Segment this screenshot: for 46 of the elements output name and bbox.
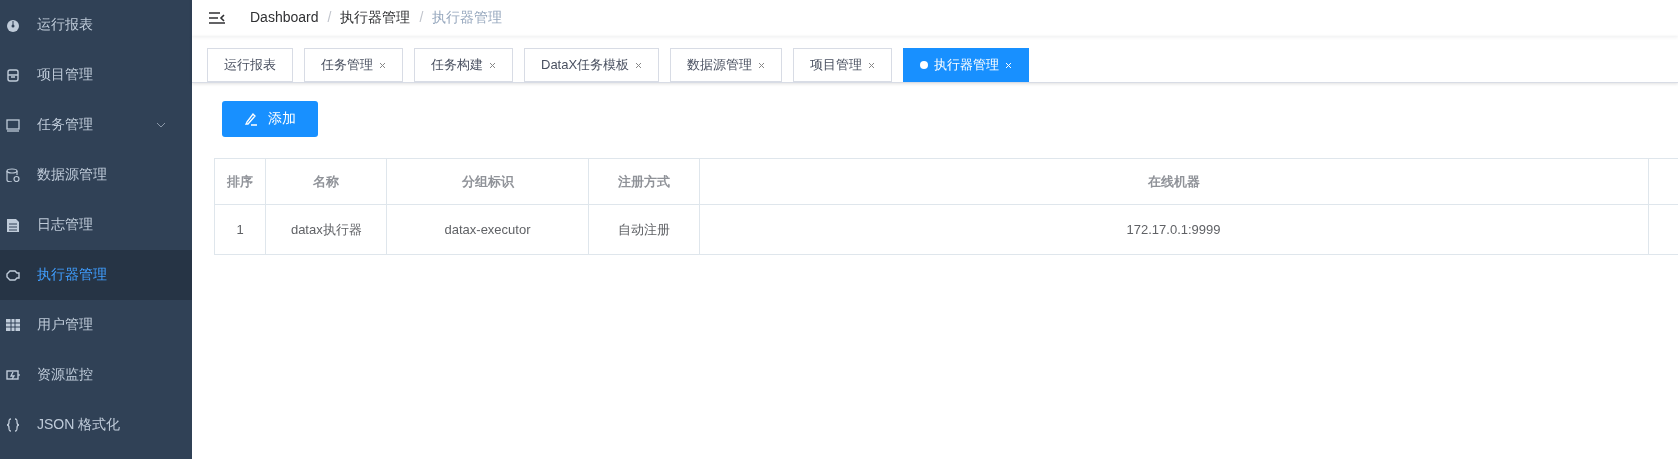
close-icon[interactable] <box>379 61 386 69</box>
column-header: 排序 <box>214 158 266 205</box>
breadcrumb-separator: / <box>327 9 332 27</box>
pencil-icon <box>244 112 258 126</box>
dot-icon <box>920 61 929 69</box>
breadcrumb-separator: / <box>419 9 424 27</box>
breadcrumb-item[interactable]: 执行器管理 <box>340 9 411 27</box>
gauge-icon <box>6 18 20 32</box>
close-icon[interactable] <box>635 61 643 69</box>
drawer-icon <box>6 68 20 82</box>
document-icon <box>6 218 20 232</box>
sidebar-item[interactable]: 项目管理 <box>0 50 192 100</box>
close-icon[interactable] <box>758 61 766 69</box>
column-header: 注册方式 <box>588 158 700 205</box>
column-header: 在线机器 <box>699 158 1649 205</box>
sidebar-item[interactable]: 数据源管理 <box>0 150 192 200</box>
monitor-icon <box>6 118 20 132</box>
sidebar-item[interactable]: 运行报表 <box>0 0 192 50</box>
table-cell: datax-executor <box>386 204 589 255</box>
close-icon[interactable] <box>489 61 496 69</box>
menu-icon[interactable] <box>208 11 226 25</box>
grid-icon <box>6 318 20 332</box>
tab[interactable]: 任务构建 <box>414 48 513 82</box>
battery-icon <box>6 368 20 382</box>
column-header: 分组标识 <box>386 158 589 205</box>
sidebar-item[interactable]: JSON 格式化 <box>0 400 192 450</box>
tab[interactable]: 任务管理 <box>304 48 403 82</box>
table-cell: 自动注册 <box>588 204 700 255</box>
tab[interactable]: DataX任务模板 <box>524 48 660 82</box>
column-header: 名称 <box>265 158 387 205</box>
table-cell: datax执行器 <box>265 204 387 255</box>
tab[interactable]: 项目管理 <box>793 48 893 82</box>
tab[interactable]: 数据源管理 <box>670 48 783 82</box>
sidebar-item[interactable]: 用户管理 <box>0 300 192 350</box>
sidebar-item[interactable]: 资源监控 <box>0 350 192 400</box>
database-icon <box>6 168 20 182</box>
close-icon[interactable] <box>868 61 876 69</box>
breadcrumb-item[interactable]: Dashboard <box>250 9 319 27</box>
table-cell: 1 <box>214 204 266 255</box>
breadcrumb-item: 执行器管理 <box>432 9 503 27</box>
braces-icon <box>6 418 20 432</box>
sidebar-item[interactable]: 日志管理 <box>0 200 192 250</box>
table-cell: 172.17.0.1:9999 <box>699 204 1649 255</box>
sidebar-item[interactable]: 任务管理 <box>0 100 192 150</box>
tab[interactable]: 运行报表 <box>207 48 293 82</box>
sidebar-item[interactable]: 执行器管理 <box>0 250 192 300</box>
